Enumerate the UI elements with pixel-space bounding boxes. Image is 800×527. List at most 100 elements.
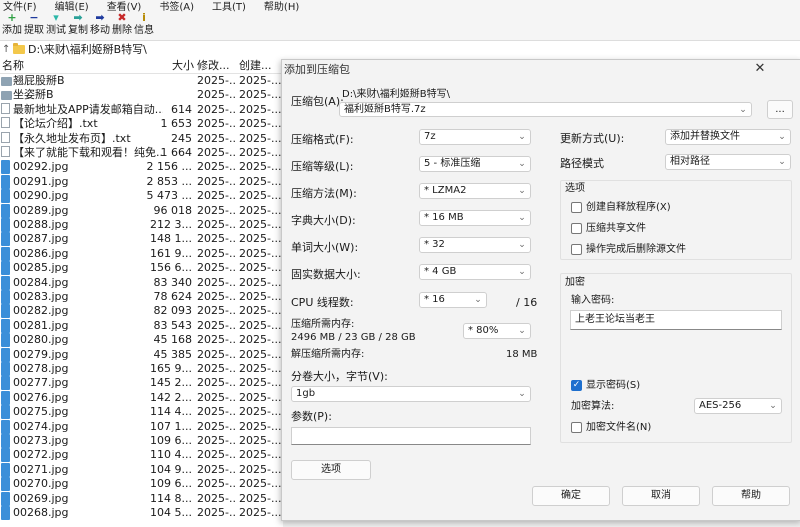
cpu-select[interactable]: * 16 ⌄ <box>419 292 487 308</box>
delete-after-checkbox[interactable] <box>571 244 582 255</box>
file-row[interactable]: 00285.jpg 156 6... 2025-... 2025-... <box>0 261 283 276</box>
file-row[interactable]: 00273.jpg 109 6... 2025-... 2025-... <box>0 434 283 448</box>
file-row[interactable]: 00274.jpg 107 1... 2025-... 2025-... <box>0 419 283 434</box>
toolbar-check-button[interactable]: ▾ 测试 <box>44 12 68 40</box>
file-row[interactable]: 00290.jpg 5 473 ... 2025-... 2025-... <box>0 189 283 204</box>
close-icon[interactable]: ✕ <box>752 61 768 77</box>
file-row[interactable]: 00292.jpg 2 156 ... 2025-... 2025-... <box>0 160 283 175</box>
delete-icon: ✖ <box>117 11 127 24</box>
toolbar-minus-button[interactable]: − 提取 <box>22 12 46 40</box>
chevron-down-icon: ⌄ <box>518 132 526 142</box>
file-modified: 2025-... <box>197 117 237 131</box>
method-select[interactable]: * LZMA2 ⌄ <box>419 183 531 199</box>
file-created: 2025-... <box>239 261 282 275</box>
file-row[interactable]: 00291.jpg 2 853 ... 2025-... 2025-... <box>0 174 283 189</box>
delete-after-label: 操作完成后删除源文件 <box>586 244 686 255</box>
ok-button[interactable]: 确定 <box>532 486 610 506</box>
file-size <box>140 88 192 102</box>
text-file-icon <box>1 131 10 143</box>
file-row[interactable]: 00284.jpg 83 340 2025-... 2025-... <box>0 275 283 290</box>
copy-arrow-icon: ➡ <box>73 11 83 24</box>
image-file-icon <box>1 362 10 376</box>
column-created-header[interactable]: 创建... <box>239 59 272 73</box>
format-select[interactable]: 7z ⌄ <box>419 129 531 145</box>
file-size: 83 543 <box>153 318 193 332</box>
file-created: 2025-... <box>239 160 282 174</box>
toolbar-move-arrow-button[interactable]: ➡ 移动 <box>88 12 112 40</box>
toolbar-plus-button[interactable]: + 添加 <box>0 12 24 40</box>
password-input[interactable]: 上老王论坛当老王 <box>570 310 782 330</box>
dict-select[interactable]: * 16 MB ⌄ <box>419 210 531 226</box>
archive-name-combo[interactable]: 福利姬掰B特写.7z ⌄ <box>339 102 752 117</box>
image-file-icon <box>1 218 10 232</box>
file-row[interactable]: 00289.jpg 96 018 2025-... 2025-... <box>0 203 283 218</box>
show-password-checkbox[interactable]: ✓ <box>571 380 582 391</box>
file-row[interactable]: 00280.jpg 45 168 2025-... 2025-... <box>0 333 283 348</box>
file-row[interactable]: 00286.jpg 161 9... 2025-... 2025-... <box>0 246 283 261</box>
mem-percent-select[interactable]: * 80% ⌄ <box>463 323 531 339</box>
file-row[interactable]: 【永久地址发布页】.txt 245 2025-... 2025-... <box>0 131 283 146</box>
file-row[interactable]: 最新地址及APP请发邮箱自动... 614 2025-... 2025-... <box>0 102 283 117</box>
file-created: 2025-... <box>239 448 282 462</box>
file-row[interactable]: 00270.jpg 109 6... 2025-... 2025-... <box>0 477 283 492</box>
column-size-header[interactable]: 大小 <box>172 59 194 73</box>
toolbar-label: 信息 <box>134 25 154 36</box>
toolbar-delete-button[interactable]: ✖ 删除 <box>110 12 134 40</box>
sfx-checkbox[interactable] <box>571 202 582 213</box>
params-label: 参数(P): <box>291 410 332 423</box>
help-button[interactable]: 帮助 <box>712 486 790 506</box>
file-row[interactable]: 坐姿掰B 2025-... 2025-... <box>0 88 283 102</box>
update-select[interactable]: 添加并替换文件 ⌄ <box>665 129 791 145</box>
toolbar-copy-arrow-button[interactable]: ➡ 复制 <box>66 12 90 40</box>
file-row[interactable]: 【论坛介绍】.txt 1 653 2025-... 2025-... <box>0 117 283 131</box>
address-path[interactable]: D:\来财\福利姬掰B特写\ <box>28 43 147 57</box>
column-name-header[interactable]: 名称 <box>2 59 24 73</box>
word-select[interactable]: * 32 ⌄ <box>419 237 531 253</box>
file-modified: 2025-... <box>197 333 237 347</box>
browse-button[interactable]: ... <box>767 100 793 119</box>
file-row[interactable]: 00279.jpg 45 385 2025-... 2025-... <box>0 347 283 362</box>
file-row[interactable]: 00282.jpg 82 093 2025-... 2025-... <box>0 304 283 319</box>
file-row[interactable]: 00275.jpg 114 4... 2025-... 2025-... <box>0 405 283 420</box>
file-row[interactable]: 00272.jpg 110 4... 2025-... 2025-... <box>0 448 283 463</box>
image-file-icon <box>1 318 10 333</box>
file-row[interactable]: 00288.jpg 212 3... 2025-... 2025-... <box>0 218 283 232</box>
file-row[interactable]: 00287.jpg 148 1... 2025-... 2025-... <box>0 232 283 247</box>
file-modified: 2025-... <box>197 304 237 318</box>
enc-method-select[interactable]: AES-256 ⌄ <box>694 398 782 414</box>
file-row[interactable]: 00269.jpg 114 8... 2025-... 2025-... <box>0 491 283 506</box>
file-row[interactable]: 翘屁股掰B 2025-... 2025-... <box>0 74 283 88</box>
file-row[interactable]: 00278.jpg 165 9... 2025-... 2025-... <box>0 362 283 376</box>
toolbar-label: 删除 <box>112 25 132 36</box>
add-to-archive-dialog: 添加到压缩包 ✕ 压缩包(A): D:\来财\福利姬掰B特写\ 福利姬掰B特写.… <box>281 59 800 521</box>
options-button[interactable]: 选项 <box>291 460 371 480</box>
level-select[interactable]: 5 - 标准压缩 ⌄ <box>419 156 531 172</box>
pathmode-select[interactable]: 相对路径 ⌄ <box>665 154 791 170</box>
toolbar-info-button[interactable]: i 信息 <box>132 12 156 40</box>
image-file-icon <box>1 304 10 319</box>
file-row[interactable]: 【来了就能下载和观看！纯免... 1 664 2025-... 2025-... <box>0 146 283 160</box>
file-row[interactable]: 00271.jpg 104 9... 2025-... 2025-... <box>0 462 283 477</box>
file-row[interactable]: 00277.jpg 145 2... 2025-... 2025-... <box>0 376 283 391</box>
chevron-down-icon: ⌄ <box>518 240 526 250</box>
file-created: 2025-... <box>239 146 282 159</box>
split-size-combo[interactable]: 1gb ⌄ <box>291 386 531 402</box>
up-arrow-icon[interactable]: ↑ <box>2 43 10 57</box>
solid-label: 固实数据大小: <box>291 268 361 281</box>
solid-select[interactable]: * 4 GB ⌄ <box>419 264 531 280</box>
mem-comp-value: 2496 MB / 23 GB / 28 GB <box>291 332 416 343</box>
file-created: 2025-... <box>239 174 282 188</box>
text-file-icon <box>1 146 10 157</box>
file-modified: 2025-... <box>197 146 237 159</box>
file-row[interactable]: 00283.jpg 78 624 2025-... 2025-... <box>0 290 283 304</box>
cpu-label: CPU 线程数: <box>291 296 354 309</box>
column-modified-header[interactable]: 修改... <box>197 59 230 73</box>
encrypt-names-checkbox[interactable] <box>571 422 582 433</box>
params-input[interactable] <box>291 427 531 445</box>
file-row[interactable]: 00281.jpg 83 543 2025-... 2025-... <box>0 318 283 333</box>
file-row[interactable]: 00276.jpg 142 2... 2025-... 2025-... <box>0 390 283 405</box>
file-row[interactable]: 00268.jpg 104 5... 2025-... 2025-... <box>0 506 283 520</box>
shared-checkbox[interactable] <box>571 223 582 234</box>
cancel-button[interactable]: 取消 <box>622 486 700 506</box>
file-size: 78 624 <box>153 290 193 303</box>
